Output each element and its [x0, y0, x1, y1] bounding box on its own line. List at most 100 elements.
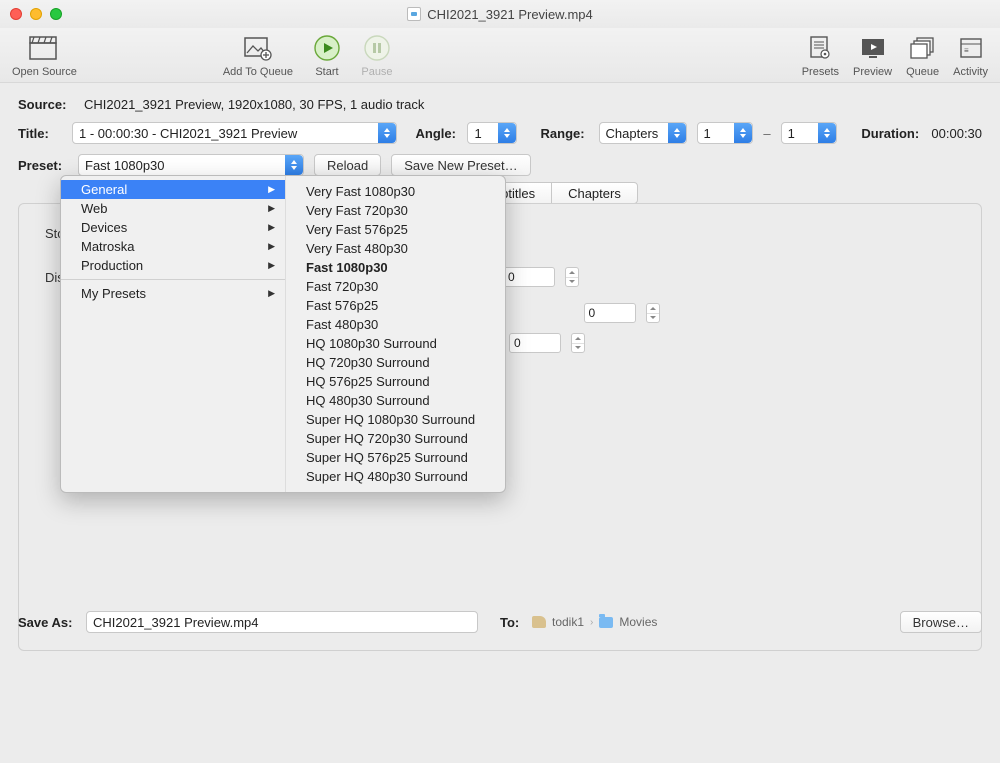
preset-item[interactable]: HQ 1080p30 Surround — [286, 334, 505, 353]
file-icon — [407, 7, 421, 21]
preset-item[interactable]: HQ 720p30 Surround — [286, 353, 505, 372]
window-title-text: CHI2021_3921 Preview.mp4 — [427, 7, 593, 22]
range-label: Range: — [541, 126, 589, 141]
preset-item[interactable]: Very Fast 720p30 — [286, 201, 505, 220]
duration-label: Duration: — [861, 126, 921, 141]
clapperboard-icon — [28, 34, 60, 62]
document-gear-icon — [804, 34, 836, 62]
preset-submenu-general: Very Fast 1080p30 Very Fast 720p30 Very … — [285, 176, 505, 492]
save-footer: Save As: CHI2021_3921 Preview.mp4 To: to… — [18, 611, 982, 633]
range-from-select[interactable]: 1 — [697, 122, 754, 144]
queue-button[interactable]: Queue — [906, 34, 939, 78]
preset-item[interactable]: HQ 480p30 Surround — [286, 391, 505, 410]
crop-middle-input[interactable]: 0 — [584, 303, 636, 323]
add-to-queue-button[interactable]: Add To Queue — [223, 34, 293, 78]
preset-item[interactable]: Super HQ 1080p30 Surround — [286, 410, 505, 429]
preset-item[interactable]: Fast 480p30 — [286, 315, 505, 334]
range-to-select[interactable]: 1 — [781, 122, 838, 144]
crop-top-input[interactable]: 0 — [503, 267, 555, 287]
image-plus-icon — [242, 34, 274, 62]
to-label: To: — [500, 615, 522, 630]
duration-value: 00:00:30 — [931, 126, 982, 141]
play-icon — [311, 34, 343, 62]
crop-bottom-input[interactable]: 0 — [509, 333, 561, 353]
preset-item[interactable]: Very Fast 480p30 — [286, 239, 505, 258]
queue-label: Queue — [906, 66, 939, 78]
browse-button[interactable]: Browse… — [900, 611, 982, 633]
preview-button[interactable]: Preview — [853, 34, 892, 78]
chevron-right-icon: › — [590, 617, 593, 628]
stepper-icon — [498, 123, 516, 143]
tab-chapters[interactable]: Chapters — [551, 182, 638, 204]
angle-label: Angle: — [415, 126, 457, 141]
pause-icon — [361, 34, 393, 62]
crop-middle-stepper[interactable] — [646, 303, 660, 323]
stepper-icon — [668, 123, 686, 143]
preset-item[interactable]: Fast 576p25 — [286, 296, 505, 315]
preset-select[interactable]: Fast 1080p30 — [78, 154, 304, 176]
preset-category-mypresets[interactable]: My Presets — [61, 284, 285, 303]
dropdown-icon — [285, 155, 303, 175]
preset-category-production[interactable]: Production — [61, 256, 285, 275]
preset-category-devices[interactable]: Devices — [61, 218, 285, 237]
home-folder-icon — [532, 616, 546, 628]
preset-menu: General Web Devices Matroska Production … — [60, 175, 506, 493]
preset-categories: General Web Devices Matroska Production … — [61, 176, 285, 492]
stack-icon — [907, 34, 939, 62]
preset-item[interactable]: Very Fast 1080p30 — [286, 182, 505, 201]
destination-path[interactable]: todik1 › Movies — [532, 615, 657, 629]
menu-separator — [61, 279, 285, 280]
crop-top-stepper[interactable] — [565, 267, 579, 287]
titlebar: CHI2021_3921 Preview.mp4 — [0, 0, 1000, 28]
path-crumb-1: todik1 — [552, 615, 584, 629]
preset-category-matroska[interactable]: Matroska — [61, 237, 285, 256]
preset-category-web[interactable]: Web — [61, 199, 285, 218]
save-as-input[interactable]: CHI2021_3921 Preview.mp4 — [86, 611, 478, 633]
range-kind-value: Chapters — [606, 126, 659, 141]
angle-value: 1 — [474, 126, 481, 141]
preset-label: Preset: — [18, 158, 68, 173]
pause-button: Pause — [361, 34, 393, 78]
start-label: Start — [315, 66, 338, 78]
main-toolbar: Open Source Add To Queue Start Pause Pre… — [0, 28, 1000, 83]
preset-item[interactable]: Fast 720p30 — [286, 277, 505, 296]
preset-item[interactable]: Super HQ 576p25 Surround — [286, 448, 505, 467]
range-dash: – — [763, 126, 770, 141]
preset-item[interactable]: Super HQ 720p30 Surround — [286, 429, 505, 448]
preset-item[interactable]: Super HQ 480p30 Surround — [286, 467, 505, 486]
source-label: Source: — [18, 97, 74, 112]
range-to-value: 1 — [788, 126, 795, 141]
path-crumb-2: Movies — [619, 615, 657, 629]
preset-item[interactable]: Very Fast 576p25 — [286, 220, 505, 239]
window-title: CHI2021_3921 Preview.mp4 — [0, 7, 1000, 22]
angle-select[interactable]: 1 — [467, 122, 516, 144]
presets-button[interactable]: Presets — [802, 34, 839, 78]
add-to-queue-label: Add To Queue — [223, 66, 293, 78]
open-source-button[interactable]: Open Source — [12, 34, 77, 78]
stepper-icon — [378, 123, 396, 143]
preset-category-general[interactable]: General — [61, 180, 285, 199]
stepper-icon — [818, 123, 836, 143]
preset-item-selected[interactable]: Fast 1080p30 — [286, 258, 505, 277]
range-from-value: 1 — [704, 126, 711, 141]
preview-label: Preview — [853, 66, 892, 78]
title-select[interactable]: 1 - 00:00:30 - CHI2021_3921 Preview — [72, 122, 397, 144]
folder-icon — [599, 617, 613, 628]
start-button[interactable]: Start — [311, 34, 343, 78]
title-label: Title: — [18, 126, 62, 141]
reload-button[interactable]: Reload — [314, 154, 381, 176]
preset-value: Fast 1080p30 — [85, 158, 165, 173]
preset-item[interactable]: HQ 576p25 Surround — [286, 372, 505, 391]
presets-label: Presets — [802, 66, 839, 78]
title-value: 1 - 00:00:30 - CHI2021_3921 Preview — [79, 126, 297, 141]
save-as-label: Save As: — [18, 615, 76, 630]
save-new-preset-button[interactable]: Save New Preset… — [391, 154, 530, 176]
crop-bottom-stepper[interactable] — [571, 333, 585, 353]
terminal-icon: ≡ — [955, 34, 987, 62]
pause-label: Pause — [361, 66, 392, 78]
activity-button[interactable]: ≡ Activity — [953, 34, 988, 78]
activity-label: Activity — [953, 66, 988, 78]
stepper-icon — [734, 123, 752, 143]
screen-play-icon — [857, 34, 889, 62]
range-kind-select[interactable]: Chapters — [599, 122, 687, 144]
